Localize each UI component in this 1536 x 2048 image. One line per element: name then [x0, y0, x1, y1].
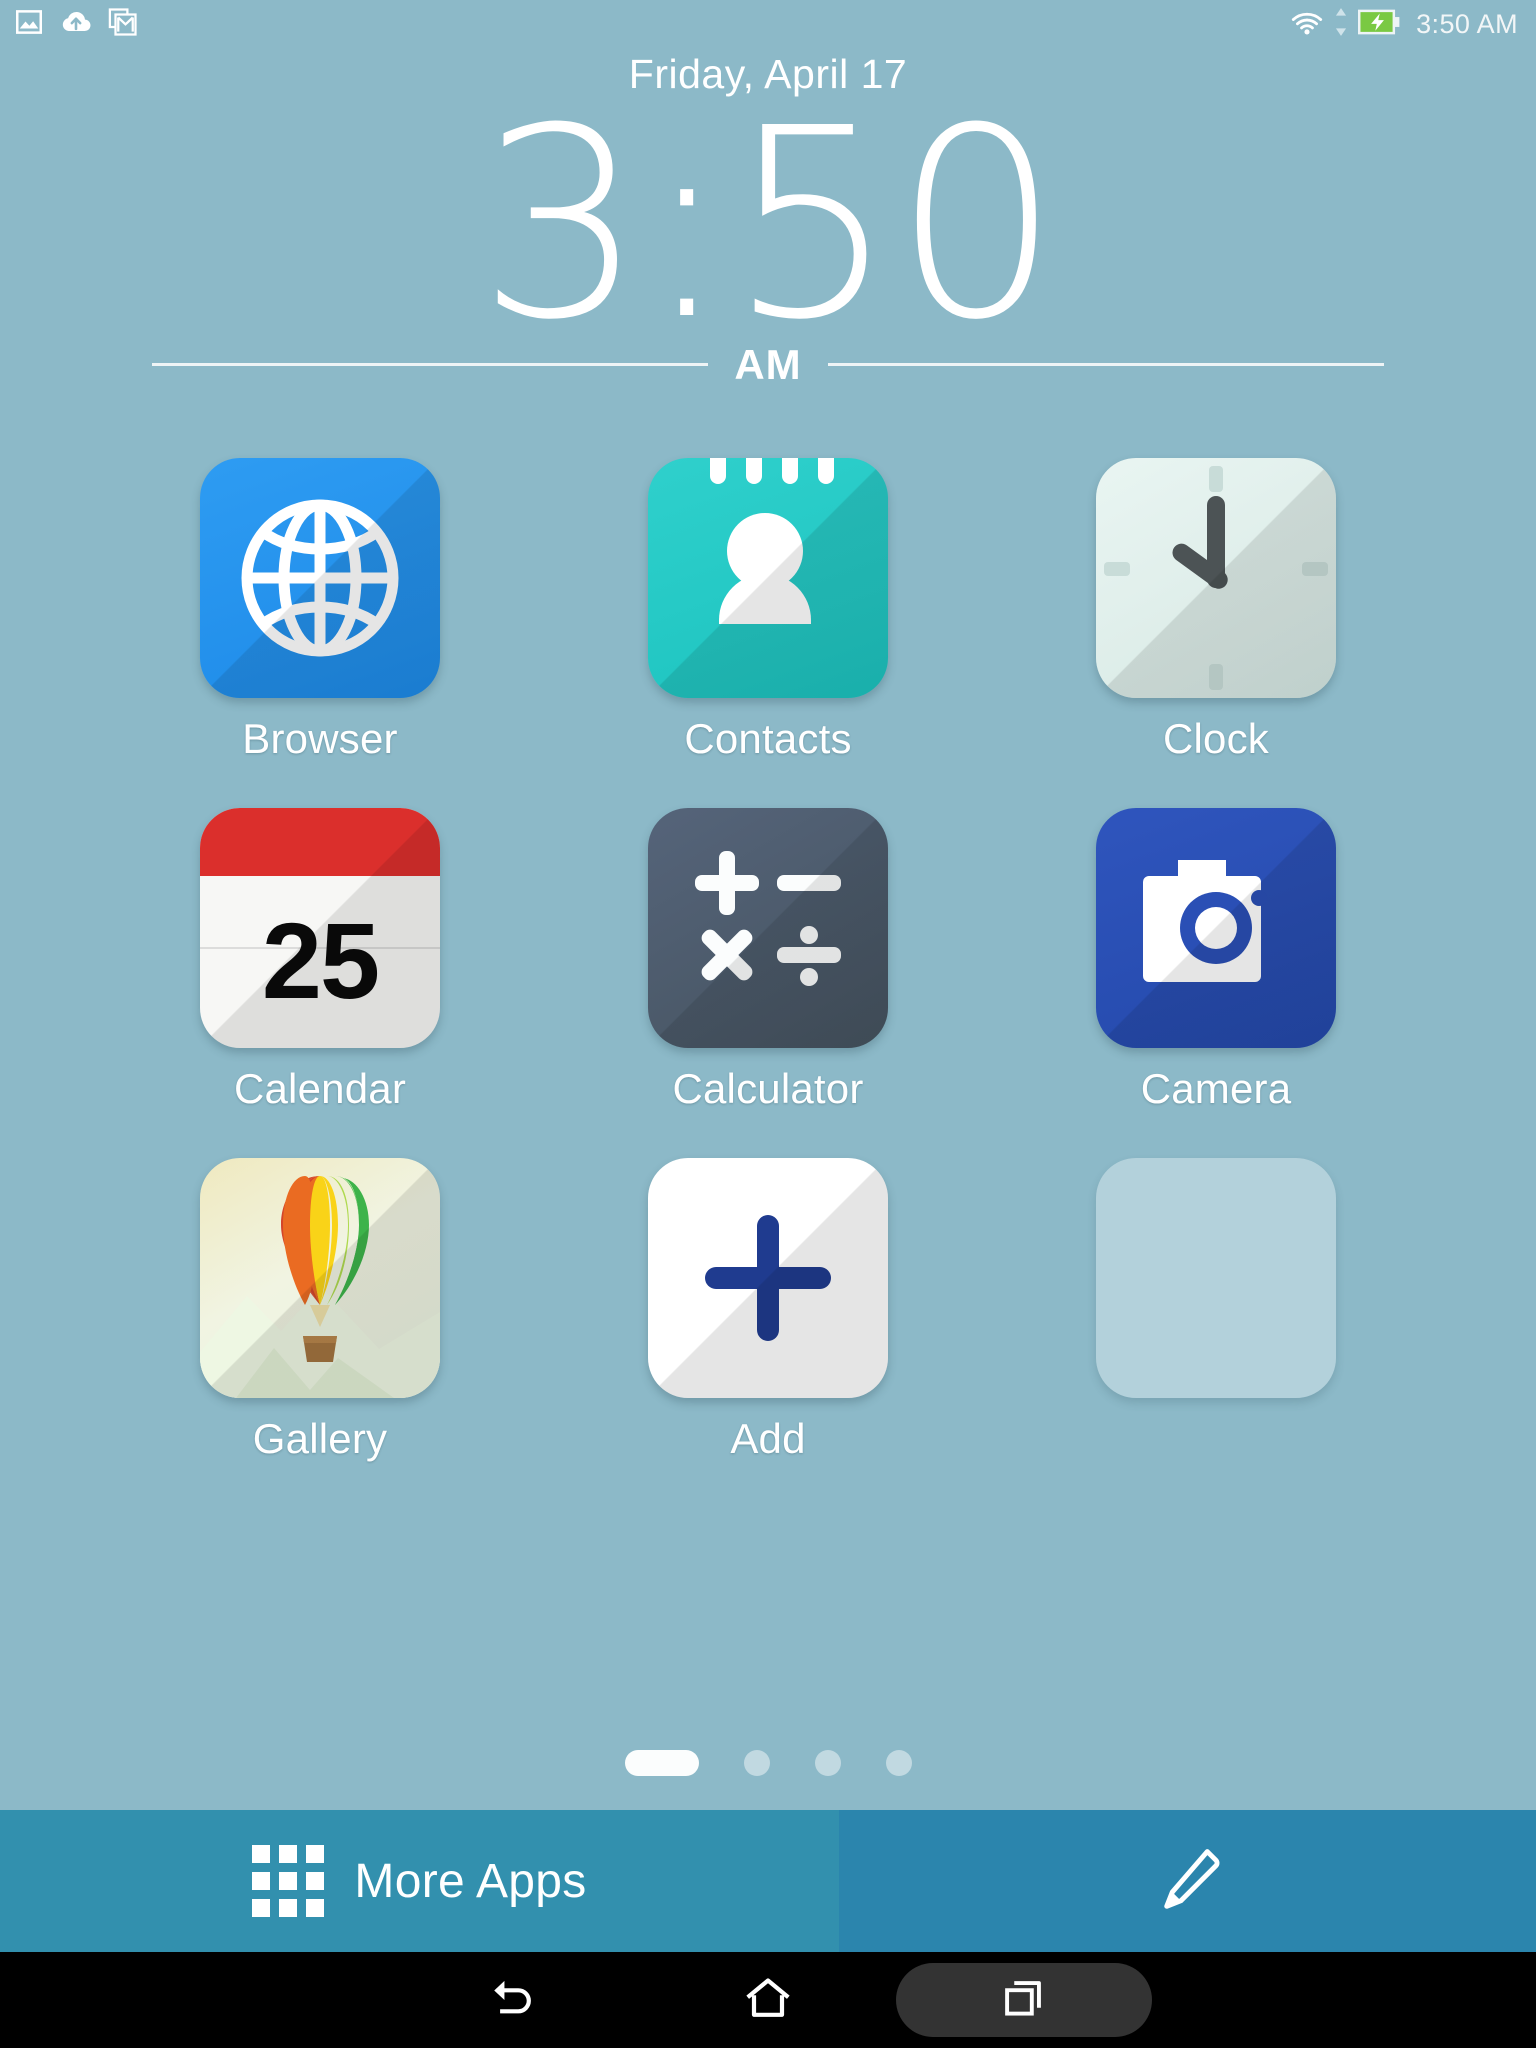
- calendar-header-band: [200, 807, 440, 876]
- app-label: Gallery: [252, 1414, 388, 1462]
- app-grid-icon: [252, 1845, 325, 1917]
- status-notification-icons[interactable]: [14, 7, 138, 42]
- empty-slot-icon[interactable]: [1096, 1157, 1336, 1398]
- calendar-icon[interactable]: 25: [200, 807, 440, 1048]
- person-icon[interactable]: [648, 457, 888, 698]
- plus-symbol: [719, 850, 735, 915]
- globe-icon[interactable]: [200, 457, 440, 698]
- app-calendar[interactable]: 25 Calendar: [96, 807, 544, 1112]
- app-label: Add: [730, 1414, 806, 1462]
- clock-tick-9: [1104, 561, 1130, 576]
- divide-symbol: [800, 967, 818, 986]
- hot-air-balloon-icon[interactable]: [200, 1157, 440, 1398]
- clock-tick-3: [1302, 561, 1328, 576]
- clock-widget[interactable]: Friday, April 17 3 : 50 AM: [0, 48, 1536, 386]
- meridiem-rule-left: [152, 363, 709, 367]
- page-indicator[interactable]: [0, 1724, 1536, 1810]
- home-icon: [740, 1970, 796, 2031]
- app-add[interactable]: Add: [544, 1157, 992, 1462]
- more-apps-label: More Apps: [354, 1854, 587, 1908]
- data-transfer-arrows-icon: [1334, 7, 1348, 42]
- more-apps-button[interactable]: More Apps: [0, 1810, 839, 1952]
- nav-back-button[interactable]: [384, 1952, 640, 2048]
- status-bar[interactable]: 3:50 AM: [0, 0, 1536, 48]
- minus-symbol: [777, 874, 841, 891]
- app-empty-slot[interactable]: [992, 1157, 1440, 1460]
- clock-tick-6: [1209, 663, 1223, 690]
- clock-colon: :: [642, 72, 731, 377]
- divide-symbol: [777, 946, 841, 963]
- page-dot-1[interactable]: [624, 1750, 699, 1776]
- app-gallery[interactable]: Gallery: [96, 1157, 544, 1462]
- edit-home-button[interactable]: [839, 1810, 1536, 1952]
- recents-highlight[interactable]: [896, 1963, 1152, 2037]
- app-browser[interactable]: Browser: [96, 457, 544, 762]
- camera-icon[interactable]: [1096, 807, 1336, 1048]
- icon-long-shadow: [648, 807, 888, 1048]
- status-system-icons[interactable]: 3:50 AM: [1290, 7, 1518, 42]
- app-clock[interactable]: Clock: [992, 457, 1440, 762]
- app-contacts[interactable]: Contacts: [544, 457, 992, 762]
- meridiem-rule-right: [827, 363, 1385, 367]
- app-label: Camera: [1140, 1064, 1292, 1112]
- clock-minute: 50: [728, 72, 1060, 377]
- navigation-bar: [0, 1952, 1536, 2048]
- calendar-day-number: 25: [261, 900, 380, 1022]
- clock-hour: 3: [477, 72, 645, 377]
- wifi-icon: [1290, 8, 1324, 41]
- app-label: Contacts: [684, 714, 852, 762]
- nav-home-button[interactable]: [640, 1952, 896, 2048]
- pencil-edit-icon: [1151, 1842, 1225, 1921]
- app-label: Calculator: [672, 1064, 864, 1112]
- calculator-icon[interactable]: [648, 807, 888, 1048]
- cloud-upload-icon: [60, 7, 92, 42]
- page-dot-4[interactable]: [885, 1750, 912, 1776]
- app-calculator[interactable]: Calculator: [544, 807, 992, 1112]
- analog-clock-icon[interactable]: [1096, 457, 1336, 698]
- divide-symbol: [800, 925, 818, 944]
- home-screen: 3:50 AM Friday, April 17 3 : 50 AM Brows…: [0, 0, 1536, 2048]
- status-bar-clock: 3:50 AM: [1416, 8, 1518, 39]
- app-label: Browser: [242, 714, 398, 762]
- app-camera[interactable]: Camera: [992, 807, 1440, 1112]
- back-arrow-icon: [484, 1970, 540, 2031]
- battery-charging-icon: [1358, 9, 1400, 40]
- app-label: Clock: [1162, 714, 1270, 762]
- nav-recents-button[interactable]: [896, 1952, 1152, 2048]
- dock-bar: More Apps: [0, 1810, 1536, 1952]
- clock-tick-12: [1209, 465, 1223, 492]
- app-icon-grid: Browser Contacts Clock 25 Calendar Calcu…: [0, 386, 1536, 1724]
- clock-meridiem: AM: [734, 340, 802, 388]
- recent-apps-icon: [998, 1972, 1050, 2029]
- page-dot-3[interactable]: [814, 1750, 841, 1776]
- page-dot-2[interactable]: [743, 1750, 770, 1776]
- clock-time: 3 : 50: [477, 72, 1060, 377]
- gmail-icon: [108, 7, 138, 42]
- plus-icon[interactable]: [648, 1157, 888, 1398]
- screenshot-image-icon: [14, 7, 44, 42]
- clock-meridiem-row: AM: [152, 340, 1385, 388]
- app-label: Calendar: [233, 1064, 407, 1112]
